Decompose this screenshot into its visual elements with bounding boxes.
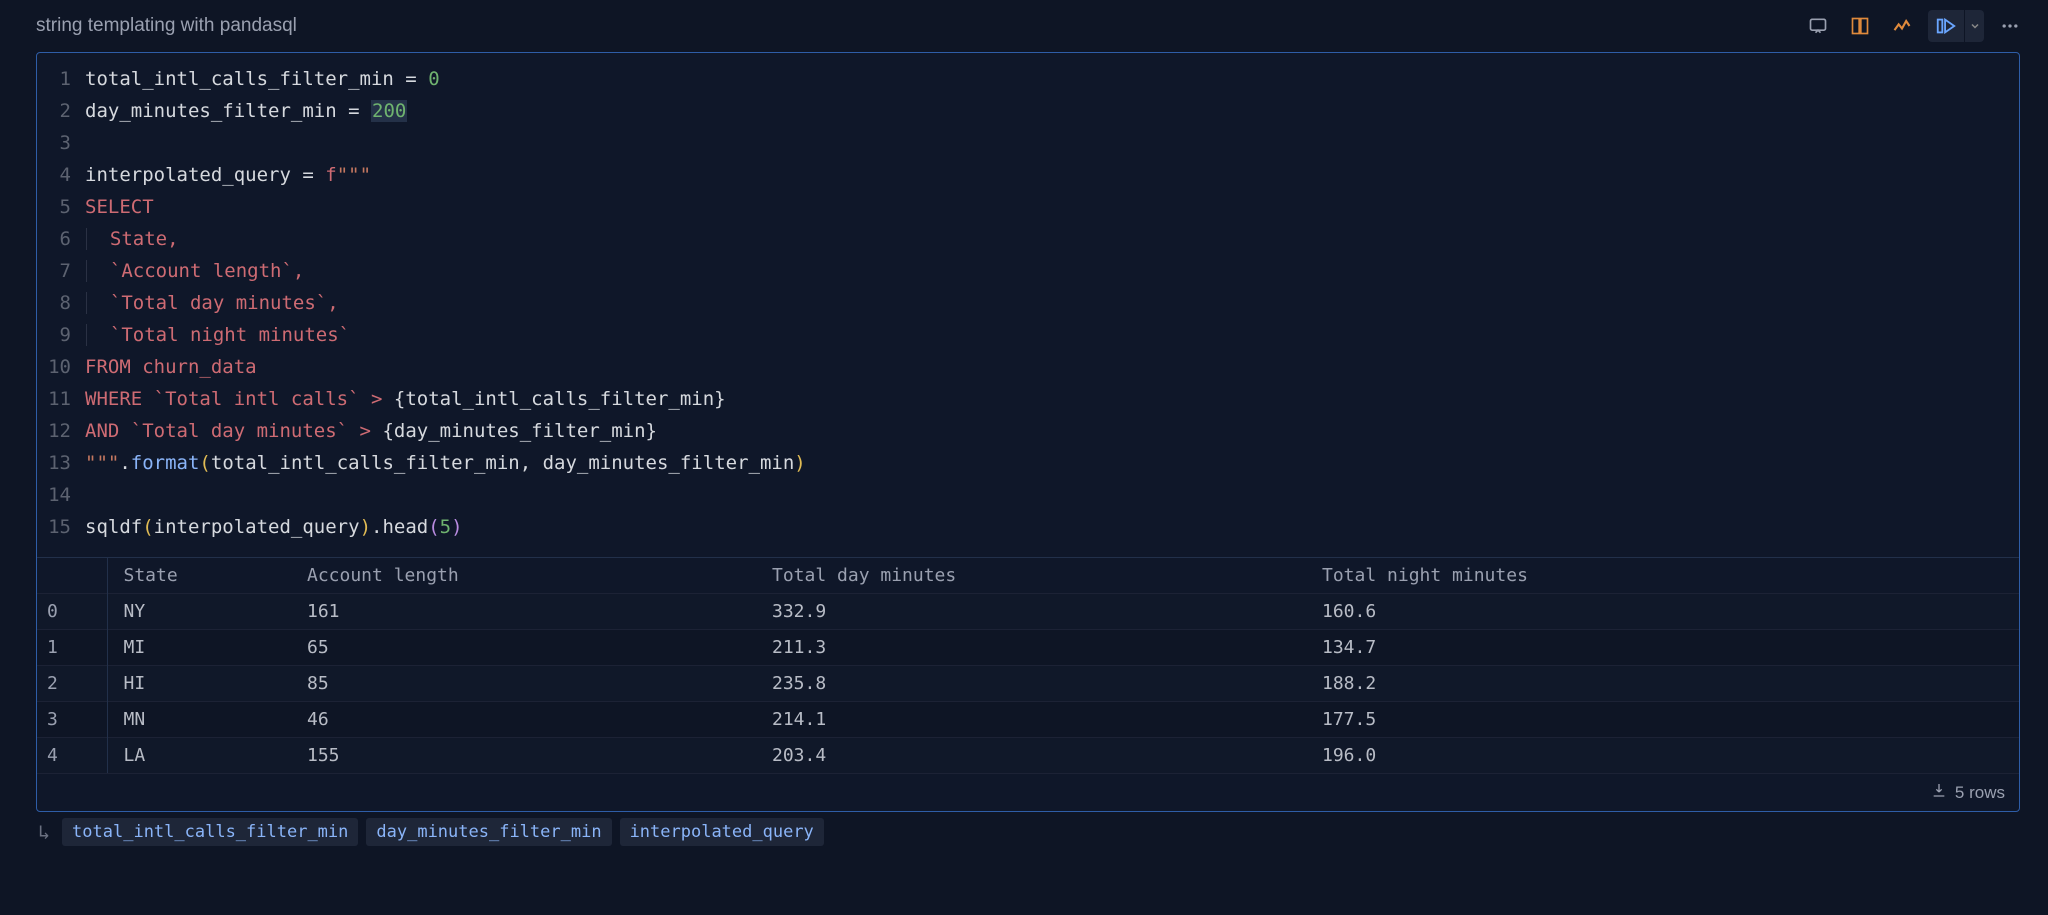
cell-day-minutes: 214.1 — [762, 702, 1312, 738]
more-icon[interactable] — [1994, 10, 2026, 42]
cell-account-length: 155 — [297, 738, 762, 774]
cell-night-minutes: 134.7 — [1312, 630, 2019, 666]
column-header-state[interactable]: State — [107, 558, 297, 594]
cell-title: string templating with pandasql — [36, 15, 297, 37]
column-header-total-night-minutes[interactable]: Total night minutes — [1312, 558, 2019, 594]
comment-icon[interactable] — [1802, 10, 1834, 42]
run-chevron-down-icon[interactable] — [1964, 10, 1984, 42]
cell-state: HI — [107, 666, 297, 702]
cell-account-length: 65 — [297, 630, 762, 666]
row-count-label: 5 rows — [1955, 783, 2005, 803]
cell-night-minutes: 177.5 — [1312, 702, 2019, 738]
row-index: 0 — [37, 594, 107, 630]
cell-night-minutes: 188.2 — [1312, 666, 2019, 702]
column-header-total-day-minutes[interactable]: Total day minutes — [762, 558, 1312, 594]
table-header-row: State Account length Total day minutes T… — [37, 558, 2019, 594]
row-index: 1 — [37, 630, 107, 666]
cell-toolbar — [1802, 10, 2026, 42]
table-row[interactable]: 1MI65211.3134.7 — [37, 630, 2019, 666]
return-arrow-icon: ↳ — [38, 820, 50, 844]
cell-state: MI — [107, 630, 297, 666]
download-icon[interactable] — [1931, 782, 1947, 803]
cell-day-minutes: 203.4 — [762, 738, 1312, 774]
variable-chip[interactable]: day_minutes_filter_min — [366, 818, 611, 846]
code-area[interactable]: total_intl_calls_filter_min = 0 day_minu… — [85, 63, 806, 543]
cell-night-minutes: 196.0 — [1312, 738, 2019, 774]
row-index: 3 — [37, 702, 107, 738]
index-header — [37, 558, 107, 594]
layout-icon[interactable] — [1844, 10, 1876, 42]
cell-account-length: 46 — [297, 702, 762, 738]
cell-state: MN — [107, 702, 297, 738]
cell-day-minutes: 235.8 — [762, 666, 1312, 702]
table-row[interactable]: 2HI85235.8188.2 — [37, 666, 2019, 702]
cell-header: string templating with pandasql — [0, 0, 2048, 52]
cell-state: NY — [107, 594, 297, 630]
run-button[interactable] — [1928, 10, 1964, 42]
row-index: 2 — [37, 666, 107, 702]
table-row[interactable]: 0NY161332.9160.6 — [37, 594, 2019, 630]
cell-day-minutes: 332.9 — [762, 594, 1312, 630]
cell-account-length: 161 — [297, 594, 762, 630]
chart-icon[interactable] — [1886, 10, 1918, 42]
table-row[interactable]: 4LA155203.4196.0 — [37, 738, 2019, 774]
code-cell: 123456789101112131415 total_intl_calls_f… — [36, 52, 2020, 812]
run-button-group — [1928, 10, 1984, 42]
variable-chip[interactable]: total_intl_calls_filter_min — [62, 818, 358, 846]
variable-chip[interactable]: interpolated_query — [620, 818, 824, 846]
cell-variables: ↳ total_intl_calls_filter_min day_minute… — [0, 812, 2048, 846]
output-table: State Account length Total day minutes T… — [37, 557, 2019, 773]
cell-night-minutes: 160.6 — [1312, 594, 2019, 630]
cell-state: LA — [107, 738, 297, 774]
cell-account-length: 85 — [297, 666, 762, 702]
table-row[interactable]: 3MN46214.1177.5 — [37, 702, 2019, 738]
line-gutter: 123456789101112131415 — [37, 63, 85, 543]
column-header-account-length[interactable]: Account length — [297, 558, 762, 594]
table-footer: 5 rows — [37, 773, 2019, 811]
cell-day-minutes: 211.3 — [762, 630, 1312, 666]
code-editor[interactable]: 123456789101112131415 total_intl_calls_f… — [37, 53, 2019, 557]
row-index: 4 — [37, 738, 107, 774]
